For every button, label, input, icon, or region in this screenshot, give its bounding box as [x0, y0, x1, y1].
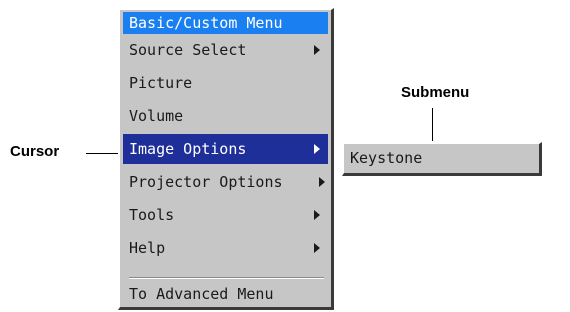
cursor-leader-line	[86, 153, 119, 154]
menu-item-tools[interactable]: Tools	[123, 200, 328, 230]
menu-item-help[interactable]: Help	[123, 233, 328, 263]
menu-item-label: To Advanced Menu	[129, 285, 274, 303]
submenu-item-label: Keystone	[350, 149, 423, 167]
submenu-leader-line	[432, 108, 433, 141]
menu-item-image-options[interactable]: Image Options	[123, 134, 328, 164]
menu-item-source-select[interactable]: Source Select	[123, 35, 328, 65]
menu-item-projector-options[interactable]: Projector Options	[123, 167, 328, 197]
menu-title-bar: Basic/Custom Menu	[123, 12, 328, 34]
menu-item-label: Help	[129, 239, 166, 257]
submenu-arrow-icon	[314, 210, 320, 220]
submenu-item-keystone[interactable]: Keystone	[350, 144, 422, 173]
submenu-arrow-icon	[314, 243, 320, 253]
menu-item-to-advanced-menu[interactable]: To Advanced Menu	[123, 279, 328, 309]
submenu-arrow-icon	[314, 144, 320, 154]
submenu-annotation-label: Submenu	[401, 84, 470, 101]
submenu-arrow-icon	[319, 177, 325, 187]
image-options-submenu: Keystone	[342, 142, 542, 176]
menu-item-label: Picture	[129, 74, 193, 92]
basic-custom-menu: Basic/Custom Menu Source Select Picture …	[118, 8, 334, 310]
menu-item-label: Source Select	[129, 41, 247, 59]
menu-item-label: Volume	[129, 107, 184, 125]
menu-item-volume[interactable]: Volume	[123, 101, 328, 131]
menu-item-picture[interactable]: Picture	[123, 68, 328, 98]
menu-item-label: Projector Options	[129, 173, 283, 191]
cursor-annotation-label: Cursor	[10, 143, 60, 160]
submenu-arrow-icon	[314, 45, 320, 55]
menu-item-label: Image Options	[129, 140, 247, 158]
menu-item-label: Tools	[129, 206, 175, 224]
